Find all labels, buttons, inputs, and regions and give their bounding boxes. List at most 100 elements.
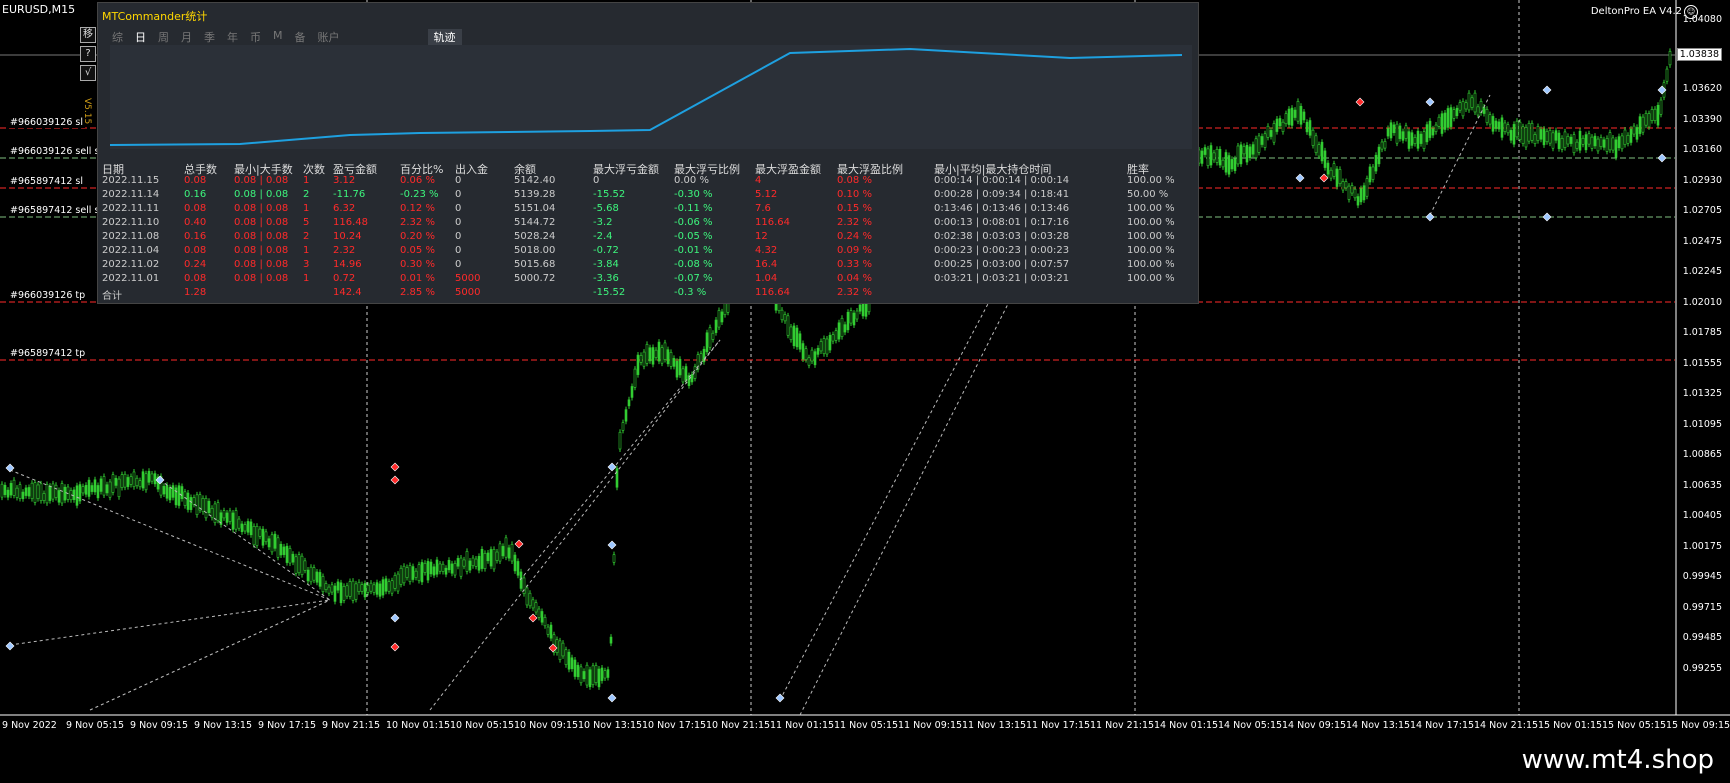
table-cell: 0.12 % [400,203,435,214]
table-cell: 0:00:13 | 0:08:01 | 0:17:16 [934,217,1070,228]
table-row[interactable]: 2022.11.04 0.08 0.08 | 0.08 1 2.32 0.05 % 0 501… [98,245,1198,259]
table-cell: 0:02:38 | 0:03:03 | 0:03:28 [934,231,1070,242]
help-button[interactable]: ? [80,46,96,62]
total-cell: -0.3 % [674,287,707,298]
buy-marker[interactable] [1425,212,1435,222]
buy-marker[interactable] [1425,97,1435,107]
total-cell: -15.52 [593,287,626,298]
buy-marker[interactable] [1295,173,1305,183]
table-cell: 0.00 % [674,175,709,186]
panel-tab[interactable]: 币 [244,29,267,45]
table-cell: 2022.11.04 [102,245,160,256]
table-row[interactable]: 2022.11.14 0.16 0.08 | 0.08 2 -11.76 -0.23 % 0… [98,189,1198,203]
symbol-label: EURUSD,M15 [2,3,76,16]
order-line-label: #966039126 tp [8,290,88,301]
price-tick-label: 1.02245 [1682,266,1722,277]
time-tick-label: 14 Nov 09:15 [1282,720,1347,731]
price-tick-label: 1.01095 [1682,418,1722,430]
buy-marker[interactable] [5,641,15,651]
table-cell: 1.04 [755,273,778,284]
panel-tab[interactable]: M [267,29,289,45]
buy-marker[interactable] [1542,85,1552,95]
panel-tab[interactable]: 综 [106,29,129,45]
table-cell: 100.00 % [1127,245,1175,256]
panel-tab[interactable]: 季 [198,29,221,45]
table-cell: 0.04 % [837,273,872,284]
table-cell: 2.32 % [837,217,872,228]
table-row[interactable]: 2022.11.08 0.16 0.08 | 0.08 2 10.24 0.20 % 0 50… [98,231,1198,245]
table-cell: 2 [303,189,310,200]
table-cell: -3.2 [593,217,613,228]
order-line-label: #965897412 tp [8,348,88,359]
price-tick-label: 1.01325 [1682,388,1722,399]
buy-marker[interactable] [390,613,400,623]
sell-marker[interactable] [1355,97,1365,107]
buy-marker[interactable] [775,693,785,703]
table-row[interactable]: 2022.11.10 0.40 0.08 | 0.08 5 116.48 2.32 % 0 5… [98,217,1198,231]
panel-tab[interactable]: 账户 [312,29,346,45]
sell-marker[interactable] [528,613,538,623]
check-button[interactable]: √ [80,65,96,81]
table-cell: 0 [455,259,462,270]
table-cell: 3 [303,259,310,270]
buy-marker[interactable] [607,462,617,472]
table-cell: 5144.72 [514,217,556,228]
table-cell: -11.76 [333,189,366,200]
sell-marker[interactable] [514,539,524,549]
time-tick-label: 15 Nov 05:15 [1602,720,1667,731]
total-cell: 2.85 % [400,287,435,298]
time-tick-label: 9 Nov 05:15 [66,720,125,731]
table-cell: 0.08 | 0.08 [234,175,289,186]
table-row[interactable]: 2022.11.01 0.08 0.08 | 0.08 1 0.72 0.01 % 5000… [98,273,1198,287]
table-cell: 0 [455,175,462,186]
sell-marker[interactable] [390,462,400,472]
buy-marker[interactable] [1657,153,1667,163]
price-tick-label: 1.03838 [1676,48,1722,61]
sell-marker[interactable] [390,642,400,652]
panel-tab[interactable]: 年 [221,29,244,45]
sell-marker[interactable] [390,475,400,485]
trade-link-line [89,599,331,711]
table-cell: 0.08 | 0.08 [234,217,289,228]
table-cell: -0.06 % [674,217,713,228]
table-row[interactable]: 2022.11.15 0.08 0.08 | 0.08 1 3.12 0.06 % 0 514… [98,175,1198,189]
panel-tab[interactable]: 周 [152,29,175,45]
table-cell: 0.24 % [837,231,872,242]
total-cell: 5000 [455,287,481,298]
trade-link-line [519,339,721,581]
price-tick-label: 0.99485 [1682,632,1722,643]
table-cell: 2022.11.11 [102,203,160,214]
time-tick-label: 9 Nov 17:15 [258,720,317,731]
table-cell: 4 [755,175,762,186]
price-tick-label: 1.03390 [1682,113,1722,125]
panel-tab[interactable]: 月 [175,29,198,45]
table-row[interactable]: 2022.11.11 0.08 0.08 | 0.08 1 6.32 0.12 % 0 515… [98,203,1198,217]
move-button[interactable]: 移 [80,27,96,43]
table-total-row: 合计 1.28 142.4 2.85 % 5000 -15.52 -0.3 % 116.64 2… [98,287,1198,302]
table-cell: 1 [303,203,310,214]
table-cell: -0.05 % [674,231,713,242]
table-cell: 2022.11.01 [102,273,160,284]
panel-tab[interactable]: 日 [129,29,152,45]
buy-marker[interactable] [1542,212,1552,222]
table-cell: 0:03:21 | 0:03:21 | 0:03:21 [934,273,1070,284]
sell-marker[interactable] [1319,173,1329,183]
panel-tab[interactable]: 备 [289,29,312,45]
table-cell: 6.32 [333,203,356,214]
table-row[interactable]: 2022.11.02 0.24 0.08 | 0.08 3 14.96 0.30 % 0 50… [98,259,1198,273]
price-tick-label: 1.03160 [1682,144,1722,155]
time-tick-label: 14 Nov 21:15 [1474,720,1539,731]
time-tick-label: 14 Nov 05:15 [1218,720,1283,731]
table-cell: -5.68 [593,203,619,214]
table-cell: 0.08 [184,273,207,284]
buy-marker[interactable] [607,540,617,550]
table-cell: 0.05 % [400,245,435,256]
buy-marker[interactable] [607,693,617,703]
trade-link-line [159,479,331,601]
trace-tab[interactable]: 轨迹 [427,29,462,45]
table-cell: 0.10 % [837,189,872,200]
table-cell: 0.15 % [837,203,872,214]
table-cell: 7.6 [755,203,771,214]
table-cell: 2 [303,231,310,242]
table-cell: -0.23 % [400,189,439,200]
